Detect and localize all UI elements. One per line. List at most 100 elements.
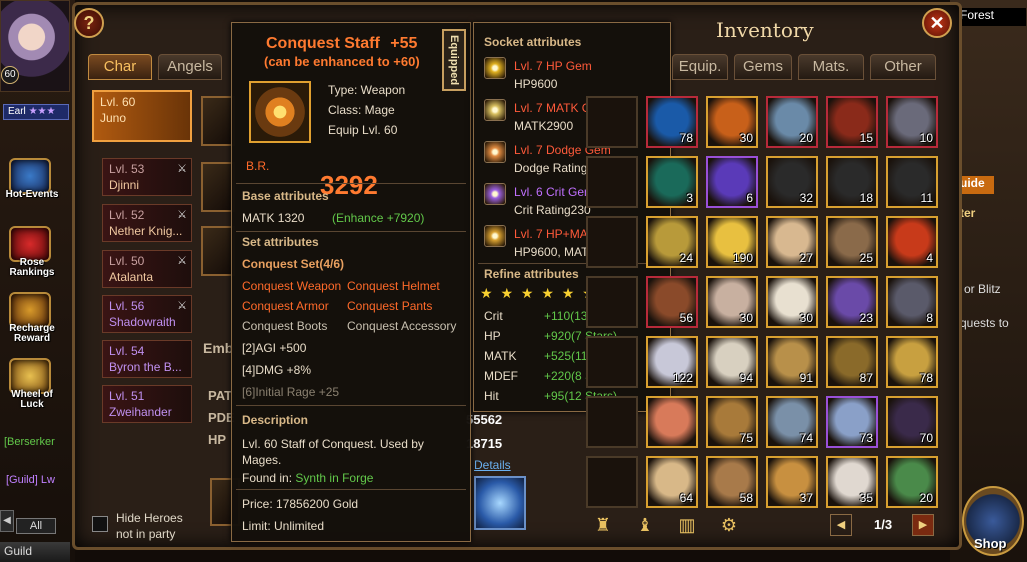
inventory-slot[interactable]: 75 bbox=[706, 396, 758, 448]
stack-icon[interactable]: ▥ bbox=[674, 512, 700, 538]
inventory-slot[interactable] bbox=[586, 216, 638, 268]
inventory-slot[interactable] bbox=[586, 336, 638, 388]
inventory-slot[interactable]: 32 bbox=[766, 156, 818, 208]
inventory-slot[interactable] bbox=[586, 276, 638, 328]
inventory-slot[interactable]: 73 bbox=[826, 396, 878, 448]
item-count: 32 bbox=[799, 191, 813, 205]
hide-heroes-checkbox[interactable] bbox=[92, 516, 108, 532]
player-level: 60 bbox=[1, 66, 19, 84]
inventory-slot[interactable]: 8 bbox=[886, 276, 938, 328]
inventory-slot[interactable]: 27 bbox=[766, 216, 818, 268]
inventory-slot[interactable] bbox=[586, 396, 638, 448]
inventory-slot[interactable] bbox=[586, 456, 638, 508]
inventory-slot[interactable]: 64 bbox=[646, 456, 698, 508]
inventory-slot[interactable]: 10 bbox=[886, 96, 938, 148]
sell-icon[interactable]: ♜ bbox=[590, 512, 616, 538]
rank-badge: Earl ★★★ bbox=[3, 104, 69, 120]
chat-tab-guild[interactable]: Guild bbox=[0, 542, 70, 562]
hot-events-button[interactable]: Hot-Events bbox=[2, 156, 58, 212]
inventory-slot[interactable]: 56 bbox=[646, 276, 698, 328]
stat-value-2: 18715 bbox=[466, 436, 503, 451]
base-stat: MATK 1320 bbox=[242, 211, 305, 225]
inventory-slot[interactable]: 20 bbox=[766, 96, 818, 148]
inventory-slot[interactable]: 78 bbox=[886, 336, 938, 388]
item-count: 87 bbox=[859, 371, 873, 385]
hp-matk-gem-icon bbox=[484, 225, 506, 247]
inventory-slot[interactable]: 91 bbox=[766, 336, 818, 388]
hero-item-juno[interactable]: Lvl. 60 Juno bbox=[92, 90, 192, 142]
found-in: Found in: Synth in Forge bbox=[242, 471, 373, 485]
inventory-slot[interactable]: 74 bbox=[766, 396, 818, 448]
recharge-reward-button[interactable]: Recharge Reward bbox=[2, 290, 58, 346]
hero-level: Lvl. 60 bbox=[100, 95, 136, 109]
inventory-slot[interactable]: 18 bbox=[826, 156, 878, 208]
item-count: 27 bbox=[799, 251, 813, 265]
inventory-slot[interactable]: 70 bbox=[886, 396, 938, 448]
found-in-label: Found in: bbox=[242, 471, 293, 485]
inventory-slot[interactable]: 6 bbox=[706, 156, 758, 208]
refine-attributes-header: Refine attributes bbox=[484, 267, 579, 281]
wheel-of-luck-button[interactable]: Wheel of Luck bbox=[2, 356, 58, 412]
help-button[interactable]: ? bbox=[74, 8, 104, 38]
tab-other[interactable]: Other bbox=[870, 54, 936, 80]
crystal-icon[interactable] bbox=[474, 476, 526, 530]
inventory-slot[interactable] bbox=[586, 156, 638, 208]
inventory-slot[interactable]: 24 bbox=[646, 216, 698, 268]
inventory-slot[interactable]: 30 bbox=[766, 276, 818, 328]
hero-name: Nether Knig... bbox=[109, 224, 183, 238]
inventory-slot[interactable]: 58 bbox=[706, 456, 758, 508]
tab-mats[interactable]: Mats. bbox=[798, 54, 864, 80]
item-count: 94 bbox=[739, 371, 753, 385]
prev-page-button[interactable]: ◀ bbox=[830, 514, 852, 536]
staff-icon bbox=[249, 81, 311, 143]
inventory-slot[interactable]: 23 bbox=[826, 276, 878, 328]
tab-equip[interactable]: Equip. bbox=[672, 54, 728, 80]
gem-name: Lvl. 6 Crit Gem bbox=[514, 185, 595, 199]
guide-button[interactable]: uide bbox=[958, 176, 994, 194]
hero-item-djinni[interactable]: Lvl. 53 Djinni ⚔ bbox=[102, 158, 192, 196]
hero-item-atalanta[interactable]: Lvl. 50 Atalanta ⚔ bbox=[102, 250, 192, 288]
inventory-slot[interactable]: 3 bbox=[646, 156, 698, 208]
inventory-slot[interactable]: 35 bbox=[826, 456, 878, 508]
shop-button[interactable]: Shop bbox=[962, 486, 1024, 556]
next-page-button[interactable]: ▶ bbox=[912, 514, 934, 536]
forge-icon[interactable]: ⚙ bbox=[716, 512, 742, 538]
inventory-slot[interactable]: 94 bbox=[706, 336, 758, 388]
inventory-slot[interactable]: 87 bbox=[826, 336, 878, 388]
rose-rankings-button[interactable]: Rose Rankings bbox=[2, 224, 58, 280]
inventory-slot[interactable]: 4 bbox=[886, 216, 938, 268]
item-count: 35 bbox=[859, 491, 873, 505]
inventory-slot[interactable]: 15 bbox=[826, 96, 878, 148]
inventory-slot[interactable]: 190 bbox=[706, 216, 758, 268]
gear-slot[interactable] bbox=[201, 162, 235, 212]
inventory-slot[interactable]: 30 bbox=[706, 276, 758, 328]
inventory-slot[interactable]: 30 bbox=[706, 96, 758, 148]
inventory-slot[interactable]: 25 bbox=[826, 216, 878, 268]
tab-gems[interactable]: Gems bbox=[734, 54, 792, 80]
br-label: B.R. bbox=[246, 159, 270, 173]
hero-item-shadowraith[interactable]: Lvl. 56 Shadowraith ⚔ bbox=[102, 295, 192, 333]
gear-slot[interactable] bbox=[201, 226, 235, 276]
item-enhance: +55 bbox=[390, 35, 418, 52]
tab-char[interactable]: Char bbox=[88, 54, 152, 80]
hero-item-nether-knight[interactable]: Lvl. 52 Nether Knig... ⚔ bbox=[102, 204, 192, 242]
inventory-slot[interactable] bbox=[646, 396, 698, 448]
inventory-slot[interactable]: 20 bbox=[886, 456, 938, 508]
inventory-slot[interactable]: 122 bbox=[646, 336, 698, 388]
details-link[interactable]: Details bbox=[474, 458, 511, 472]
chat-channel-select[interactable]: All bbox=[16, 518, 56, 534]
inventory-slot[interactable]: 78 bbox=[646, 96, 698, 148]
gear-slot[interactable] bbox=[201, 96, 235, 146]
equipped-badge: Equipped bbox=[442, 29, 466, 91]
close-button[interactable]: ✕ bbox=[922, 8, 952, 38]
tab-angels[interactable]: Angels bbox=[158, 54, 222, 80]
hero-item-byron[interactable]: Lvl. 54 Byron the B... bbox=[102, 340, 192, 378]
hero-item-zweihander[interactable]: Lvl. 51 Zweihander bbox=[102, 385, 192, 423]
divider bbox=[236, 489, 466, 490]
inventory-slot[interactable] bbox=[586, 96, 638, 148]
inventory-slot[interactable]: 37 bbox=[766, 456, 818, 508]
inventory-slot[interactable]: 11 bbox=[886, 156, 938, 208]
socket-tooltip: Socket attributes Lvl. 7 HP Gem HP9600 L… bbox=[473, 22, 671, 412]
sort-icon[interactable]: ♝ bbox=[632, 512, 658, 538]
chat-scroll-left-icon[interactable]: ◀ bbox=[0, 510, 14, 532]
